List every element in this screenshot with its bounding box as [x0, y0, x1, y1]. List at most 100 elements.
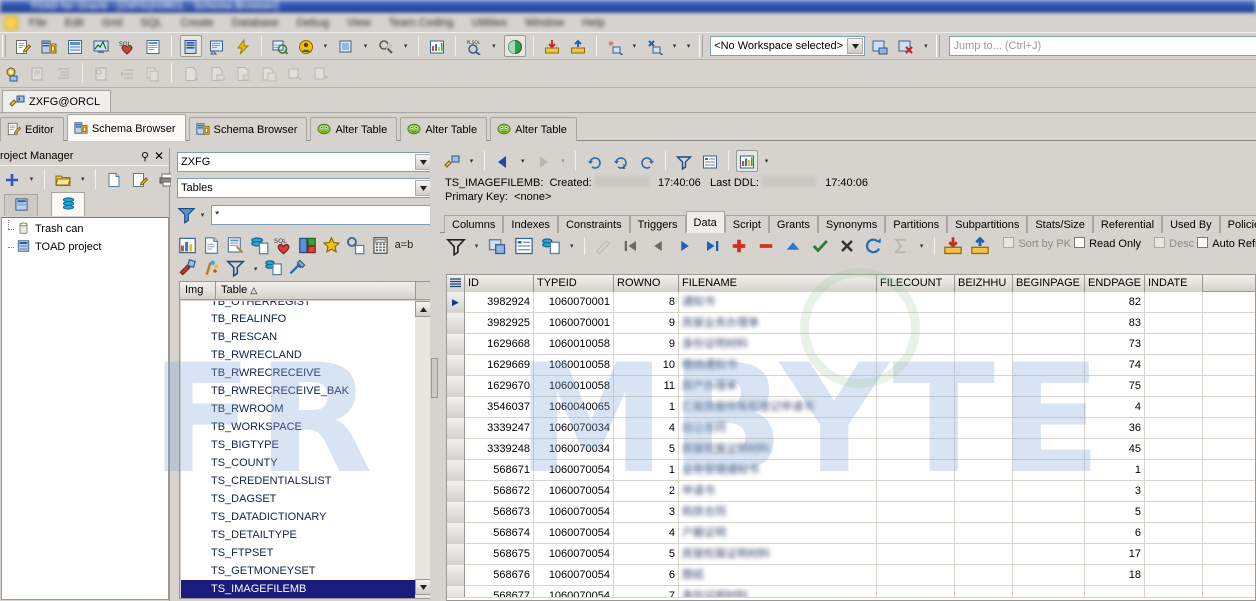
describe-icon[interactable] — [142, 35, 164, 57]
add-file-icon[interactable] — [310, 62, 332, 84]
refresh-icon[interactable] — [584, 150, 606, 172]
cell-filecount[interactable] — [877, 586, 955, 597]
describe-icon[interactable] — [441, 150, 463, 172]
tab-synonyms[interactable]: Synonyms — [817, 215, 886, 233]
cell-typeid[interactable]: 1060070034 — [534, 439, 614, 460]
cell-beginpage[interactable] — [1013, 397, 1085, 418]
menu-item-edit[interactable]: Edit — [56, 14, 93, 32]
cell-indate[interactable] — [1145, 439, 1203, 460]
table-row[interactable]: 1629669 1060010058 10 缴纳通知书 74 — [447, 355, 1255, 376]
single-record-icon[interactable] — [487, 236, 507, 256]
tab-alter-table-1[interactable]: Alter Table — [310, 117, 398, 141]
splitter-grip[interactable] — [431, 358, 438, 398]
cell-filecount[interactable] — [877, 376, 955, 397]
cell-endpage[interactable]: 17 — [1085, 544, 1145, 565]
table-row[interactable]: 568677 1060070054 7 身份证明材料 — [447, 586, 1255, 598]
cell-beizhhu[interactable] — [955, 565, 1013, 586]
schema-select[interactable]: ZXFG — [177, 152, 433, 172]
cell-filename[interactable]: 购房合同 — [679, 502, 877, 523]
cell-rowno[interactable]: 4 — [614, 418, 679, 439]
compile-errors-icon[interactable] — [644, 35, 666, 57]
cell-beginpage[interactable] — [1013, 355, 1085, 376]
cell-rowno[interactable]: 9 — [614, 313, 679, 334]
tables-list-scrollbar[interactable] — [415, 301, 431, 598]
cell-id[interactable]: 3339247 — [465, 418, 534, 439]
cell-filename[interactable]: 房屋权属证明材料 — [679, 439, 877, 460]
cell-filecount[interactable] — [877, 418, 955, 439]
cell-indate[interactable] — [1145, 376, 1203, 397]
cell-beginpage[interactable] — [1013, 481, 1085, 502]
copy-block-icon[interactable] — [142, 62, 164, 84]
cell-indate[interactable] — [1145, 523, 1203, 544]
copy-ddl-icon[interactable] — [264, 258, 283, 277]
cell-indate[interactable] — [1145, 355, 1203, 376]
cell-filecount[interactable] — [877, 544, 955, 565]
save-as-icon[interactable] — [258, 62, 280, 84]
row-indicator[interactable] — [447, 313, 465, 334]
cell-rowno[interactable]: 4 — [614, 523, 679, 544]
cell-indate[interactable] — [1145, 292, 1203, 313]
tab-triggers[interactable]: Triggers — [629, 215, 686, 233]
session-browser-icon[interactable] — [206, 35, 228, 57]
report-icon[interactable] — [226, 236, 245, 255]
column-header-beginpage[interactable]: BEGINPAGE — [1013, 275, 1085, 292]
table-row[interactable]: 1629668 1060010058 9 身份证明材料 73 — [447, 334, 1255, 355]
compile-icon[interactable]: ※ — [604, 35, 626, 57]
duplicate-icon[interactable] — [250, 236, 269, 255]
cell-rowno[interactable]: 10 — [614, 355, 679, 376]
cell-typeid[interactable]: 1060070001 — [534, 313, 614, 334]
list-item[interactable]: TB_OTHERREGIST — [181, 301, 417, 310]
refresh-all-icon[interactable] — [636, 150, 658, 172]
row-indicator[interactable] — [447, 397, 465, 418]
filter-dropdown-icon[interactable]: ▾ — [197, 204, 208, 226]
filter-icon[interactable] — [446, 236, 466, 257]
filter-icon[interactable] — [177, 205, 196, 227]
row-indicator[interactable] — [447, 565, 465, 586]
object-search-icon[interactable] — [375, 35, 397, 57]
cell-filename[interactable]: 亡故房屋所有权登记申请书 — [679, 397, 877, 418]
cell-typeid[interactable]: 1060010058 — [534, 355, 614, 376]
cell-beizhhu[interactable] — [955, 544, 1013, 565]
sql-tracker-icon[interactable] — [335, 35, 357, 57]
tab-schema-browser-2[interactable]: Schema Browser — [188, 117, 308, 141]
tables-list[interactable]: TB_OTHERREGIST TB_REALINFO TB_RESCAN TB_… — [181, 301, 417, 598]
tab-constraints[interactable]: Constraints — [557, 215, 630, 233]
cell-id[interactable]: 568677 — [465, 586, 534, 597]
row-indicator[interactable] — [447, 460, 465, 481]
cell-endpage[interactable]: 73 — [1085, 334, 1145, 355]
cell-rowno[interactable]: 11 — [614, 376, 679, 397]
import-icon[interactable] — [541, 35, 563, 57]
cell-typeid[interactable]: 1060070054 — [534, 565, 614, 586]
cell-endpage[interactable]: 6 — [1085, 523, 1145, 544]
table-row[interactable]: 1629670 1060010058 11 房产办理单 75 — [447, 376, 1255, 397]
filter-dropdown-icon[interactable]: ▾ — [471, 236, 482, 258]
row-indicator[interactable] — [447, 544, 465, 565]
tab-editor[interactable]: Editor — [0, 117, 64, 141]
delete-record-icon[interactable] — [756, 236, 776, 256]
cell-beizhhu[interactable] — [955, 292, 1013, 313]
tab-stats-size[interactable]: Stats/Size — [1027, 215, 1093, 233]
sql-icon[interactable]: SQL — [274, 236, 293, 255]
cell-beginpage[interactable] — [1013, 565, 1085, 586]
cell-filecount[interactable] — [877, 313, 955, 334]
pane-splitter[interactable] — [430, 148, 439, 601]
cell-id[interactable]: 3546037 — [465, 397, 534, 418]
drop-icon[interactable] — [178, 258, 197, 277]
cell-filecount[interactable] — [877, 334, 955, 355]
menu-item-grid[interactable]: Grid — [93, 14, 132, 32]
refresh-icon[interactable] — [864, 236, 884, 256]
cell-rowno[interactable]: 1 — [614, 397, 679, 418]
row-indicator[interactable] — [447, 355, 465, 376]
table-row[interactable]: 568676 1060070054 6 图纸 18 — [447, 565, 1255, 586]
cell-endpage[interactable]: 18 — [1085, 565, 1145, 586]
row-indicator[interactable] — [447, 439, 465, 460]
cell-beizhhu[interactable] — [955, 376, 1013, 397]
column-header-typeid[interactable]: TYPEID — [534, 275, 614, 292]
cell-indate[interactable] — [1145, 586, 1203, 597]
object-type-select[interactable]: Tables — [177, 178, 433, 198]
cell-id[interactable]: 568674 — [465, 523, 534, 544]
checkbox-read-only[interactable]: Read Only — [1074, 237, 1141, 250]
toolbar-grip[interactable] — [2, 35, 6, 57]
table-row[interactable]: 568674 1060070054 4 户籍证明 6 — [447, 523, 1255, 544]
cell-beizhhu[interactable] — [955, 439, 1013, 460]
